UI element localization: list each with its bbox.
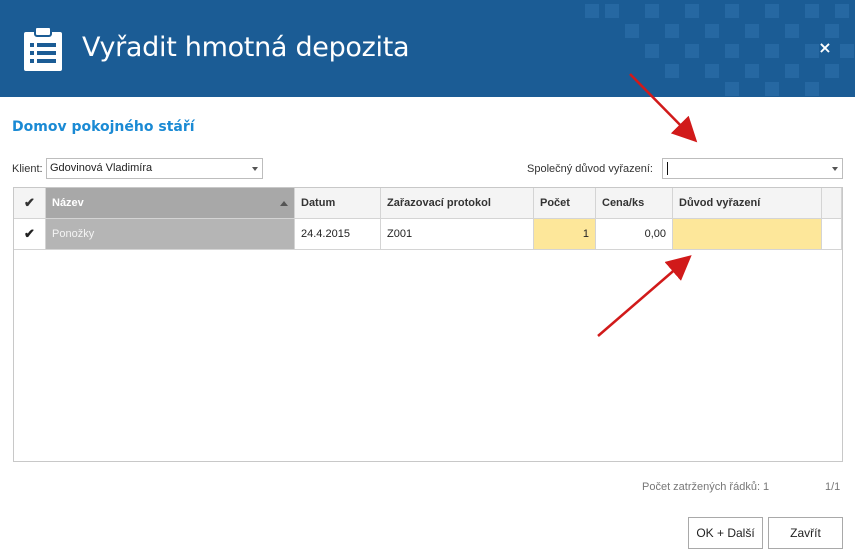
- checkmark-icon: ✔: [24, 195, 35, 210]
- sort-ascending-icon: [280, 201, 288, 206]
- grid-header-row: ✔ Název Datum Zařazovací protokol Počet …: [14, 188, 842, 219]
- cell-name[interactable]: Ponožky: [46, 219, 295, 250]
- clipboard-list-icon: [24, 26, 62, 71]
- client-value: Gdovinová Vladimíra: [50, 162, 153, 174]
- checked-rows-count: Počet zatržených řádků: 1: [642, 481, 770, 493]
- dialog-header: Vyřadit hmotná depozita ×: [0, 0, 855, 97]
- chevron-down-icon[interactable]: [832, 167, 838, 171]
- common-reason-label: Společný důvod vyřazení:: [527, 163, 653, 175]
- column-header-filler: [822, 188, 842, 219]
- cell-date[interactable]: 24.4.2015: [295, 219, 381, 250]
- row-checkbox[interactable]: ✔: [14, 219, 46, 250]
- cell-count[interactable]: 1: [534, 219, 596, 250]
- table-row[interactable]: ✔ Ponožky 24.4.2015 Z001 1 0,00: [14, 219, 842, 250]
- page-title: Domov pokojného stáří: [12, 119, 195, 135]
- select-all-checkbox[interactable]: ✔: [14, 188, 46, 219]
- client-label: Klient:: [12, 163, 43, 175]
- cell-filler: [822, 219, 842, 250]
- common-reason-select[interactable]: [662, 158, 843, 179]
- client-select[interactable]: Gdovinová Vladimíra: [46, 158, 263, 179]
- column-header-reason[interactable]: Důvod vyřazení: [673, 188, 822, 219]
- cell-reason[interactable]: [673, 219, 822, 250]
- column-header-name[interactable]: Název: [46, 188, 295, 219]
- column-header-label: Název: [52, 197, 84, 209]
- close-button[interactable]: Zavřít: [768, 517, 843, 549]
- column-header-date[interactable]: Datum: [295, 188, 381, 219]
- column-header-price[interactable]: Cena/ks: [596, 188, 673, 219]
- close-icon[interactable]: ×: [815, 38, 835, 58]
- checkmark-icon: ✔: [24, 226, 35, 241]
- chevron-down-icon[interactable]: [252, 167, 258, 171]
- cell-protocol[interactable]: Z001: [381, 219, 534, 250]
- items-grid: ✔ Název Datum Zařazovací protokol Počet …: [13, 187, 843, 462]
- column-header-count[interactable]: Počet: [534, 188, 596, 219]
- cell-price[interactable]: 0,00: [596, 219, 673, 250]
- column-header-protocol[interactable]: Zařazovací protokol: [381, 188, 534, 219]
- header-decoration: [585, 4, 854, 96]
- page-indicator: 1/1: [825, 481, 841, 493]
- ok-next-button[interactable]: OK + Další: [688, 517, 763, 549]
- text-cursor: [667, 162, 668, 175]
- dialog-title: Vyřadit hmotná depozita: [82, 32, 410, 63]
